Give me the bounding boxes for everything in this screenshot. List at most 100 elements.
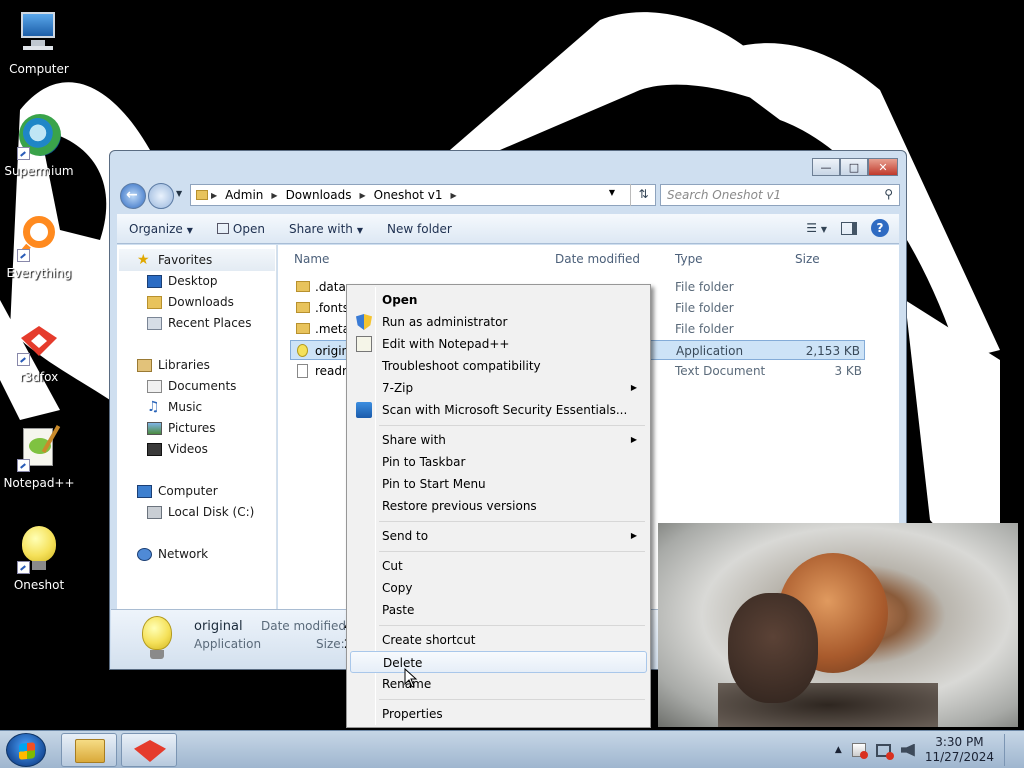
address-dropdown-icon[interactable]: ▼ bbox=[609, 188, 615, 197]
menu-item-send-to[interactable]: Send to ▶ bbox=[350, 525, 647, 547]
nav-music[interactable]: ♫ Music bbox=[147, 397, 202, 417]
menu-item-open[interactable]: Open bbox=[350, 289, 647, 311]
menu-item-edit-notepadpp[interactable]: Edit with Notepad++ bbox=[350, 333, 647, 355]
menu-item-label: Pin to Start Menu bbox=[382, 477, 486, 491]
nav-label: Favorites bbox=[158, 253, 213, 267]
recent-pages-dropdown-icon[interactable]: ▼ bbox=[176, 189, 182, 198]
folder-icon bbox=[296, 323, 310, 334]
view-options-icon[interactable]: ☰ ▼ bbox=[806, 221, 827, 235]
column-date-modified[interactable]: Date modified bbox=[555, 252, 640, 266]
menu-item-paste[interactable]: Paste bbox=[350, 599, 647, 621]
refresh-button[interactable]: ⇅ bbox=[630, 184, 656, 206]
breadcrumb-separator-icon: ▶ bbox=[271, 190, 278, 200]
nav-favorites[interactable]: ★ Favorites bbox=[137, 250, 212, 270]
menu-item-create-shortcut[interactable]: Create shortcut bbox=[350, 629, 647, 651]
nav-desktop[interactable]: Desktop bbox=[147, 271, 218, 291]
address-bar[interactable]: ▶ Admin ▶ Downloads ▶ Oneshot v1 ▶ ▼ bbox=[190, 184, 656, 206]
volume-muted-icon[interactable] bbox=[900, 743, 915, 757]
menu-item-properties[interactable]: Properties bbox=[350, 703, 647, 725]
nav-videos[interactable]: Videos bbox=[147, 439, 208, 459]
network-status-icon[interactable] bbox=[875, 743, 894, 760]
search-input[interactable]: Search Oneshot v1 ⚲ bbox=[660, 184, 900, 206]
close-button[interactable]: ✕ bbox=[868, 158, 898, 176]
nav-recent-places[interactable]: Recent Places bbox=[147, 313, 251, 333]
desktop-icon-everything[interactable]: Everything bbox=[0, 214, 78, 280]
nav-local-disk[interactable]: Local Disk (C:) bbox=[147, 502, 254, 522]
computer-icon bbox=[137, 484, 152, 498]
preview-pane-icon[interactable] bbox=[841, 221, 857, 235]
desktop-icon-oneshot[interactable]: Oneshot bbox=[0, 526, 78, 592]
column-size[interactable]: Size bbox=[795, 252, 820, 266]
start-button[interactable] bbox=[6, 733, 46, 767]
security-essentials-icon bbox=[356, 402, 372, 418]
new-folder-button[interactable]: New folder bbox=[375, 222, 464, 236]
downloads-folder-icon bbox=[147, 295, 162, 309]
lightbulb-icon bbox=[142, 616, 172, 650]
nav-downloads[interactable]: Downloads bbox=[147, 292, 234, 312]
menu-item-7zip[interactable]: 7-Zip ▶ bbox=[350, 377, 647, 399]
menu-item-scan-mse[interactable]: Scan with Microsoft Security Essentials.… bbox=[350, 399, 647, 421]
desktop-icon-computer[interactable]: Computer bbox=[0, 10, 78, 76]
nav-pictures[interactable]: Pictures bbox=[147, 418, 216, 438]
menu-item-delete[interactable]: Delete bbox=[350, 651, 647, 673]
desktop-icon-notepadpp[interactable]: Notepad++ bbox=[0, 424, 78, 490]
menu-item-label: Paste bbox=[382, 603, 415, 617]
taskbar-explorer-button[interactable] bbox=[61, 733, 117, 767]
menu-item-pin-start[interactable]: Pin to Start Menu bbox=[350, 473, 647, 495]
menu-item-troubleshoot[interactable]: Troubleshoot compatibility bbox=[350, 355, 647, 377]
menu-separator bbox=[379, 625, 645, 626]
share-with-button[interactable]: Share with ▼ bbox=[277, 222, 375, 236]
breadcrumb-admin[interactable]: Admin bbox=[225, 188, 263, 202]
forward-button[interactable] bbox=[148, 183, 174, 209]
menu-item-run-as-administrator[interactable]: Run as administrator bbox=[350, 311, 647, 333]
desktop-icon-r3dfox[interactable]: r3dfox bbox=[0, 318, 78, 384]
minimize-button[interactable]: — bbox=[812, 158, 840, 176]
folder-icon bbox=[296, 281, 310, 292]
r3dfox-icon bbox=[15, 318, 63, 366]
menu-item-copy[interactable]: Copy bbox=[350, 577, 647, 599]
nav-computer[interactable]: Computer bbox=[137, 481, 218, 501]
desktop-icon-supermium[interactable]: Supermium bbox=[0, 112, 78, 178]
menu-item-label: Run as administrator bbox=[382, 315, 508, 329]
organize-button[interactable]: Organize ▼ bbox=[117, 222, 205, 236]
file-name: .meta bbox=[315, 322, 350, 336]
submenu-arrow-icon: ▶ bbox=[630, 383, 637, 392]
open-button[interactable]: Open bbox=[205, 222, 277, 236]
breadcrumb-downloads[interactable]: Downloads bbox=[286, 188, 352, 202]
video-overlay bbox=[658, 523, 1018, 727]
file-type: File folder bbox=[675, 280, 734, 294]
new-folder-label: New folder bbox=[387, 221, 452, 236]
disk-drive-icon bbox=[147, 505, 162, 519]
help-icon[interactable]: ? bbox=[871, 219, 889, 237]
breadcrumb-separator-icon: ▶ bbox=[450, 190, 457, 200]
nav-documents[interactable]: Documents bbox=[147, 376, 236, 396]
action-center-flag-icon[interactable] bbox=[851, 743, 868, 759]
breadcrumb-oneshot[interactable]: Oneshot v1 bbox=[374, 188, 443, 202]
menu-item-cut[interactable]: Cut bbox=[350, 555, 647, 577]
maximize-button[interactable]: □ bbox=[840, 158, 868, 176]
open-app-icon bbox=[216, 222, 229, 234]
column-type[interactable]: Type bbox=[675, 252, 703, 266]
show-desktop-button[interactable] bbox=[1004, 734, 1014, 766]
nav-network[interactable]: Network bbox=[137, 544, 208, 564]
search-icon: ⚲ bbox=[884, 187, 893, 201]
menu-item-label: Restore previous versions bbox=[382, 499, 537, 513]
column-name[interactable]: Name bbox=[294, 252, 329, 266]
show-hidden-icons-icon[interactable]: ▲ bbox=[835, 745, 842, 755]
address-row: ← ▼ ▶ Admin ▶ Downloads ▶ Oneshot v1 ▶ ▼… bbox=[118, 181, 900, 209]
menu-item-label: Create shortcut bbox=[382, 633, 476, 647]
desktop-icon-label: Oneshot bbox=[13, 578, 65, 592]
menu-item-pin-taskbar[interactable]: Pin to Taskbar bbox=[350, 451, 647, 473]
menu-item-label: Copy bbox=[382, 581, 413, 595]
menu-item-share-with[interactable]: Share with ▶ bbox=[350, 429, 647, 451]
shortcut-arrow-icon bbox=[17, 147, 30, 160]
menu-item-rename[interactable]: Rename bbox=[350, 673, 647, 695]
menu-item-restore-versions[interactable]: Restore previous versions bbox=[350, 495, 647, 517]
open-label: Open bbox=[232, 221, 265, 236]
taskbar-r3dfox-button[interactable] bbox=[121, 733, 177, 767]
back-button[interactable]: ← bbox=[120, 183, 146, 209]
search-placeholder: Search Oneshot v1 bbox=[667, 188, 782, 202]
desktop-icon-label: Supermium bbox=[4, 164, 74, 178]
system-clock[interactable]: 3:30 PM 11/27/2024 bbox=[925, 735, 994, 765]
nav-libraries[interactable]: Libraries bbox=[137, 355, 210, 375]
